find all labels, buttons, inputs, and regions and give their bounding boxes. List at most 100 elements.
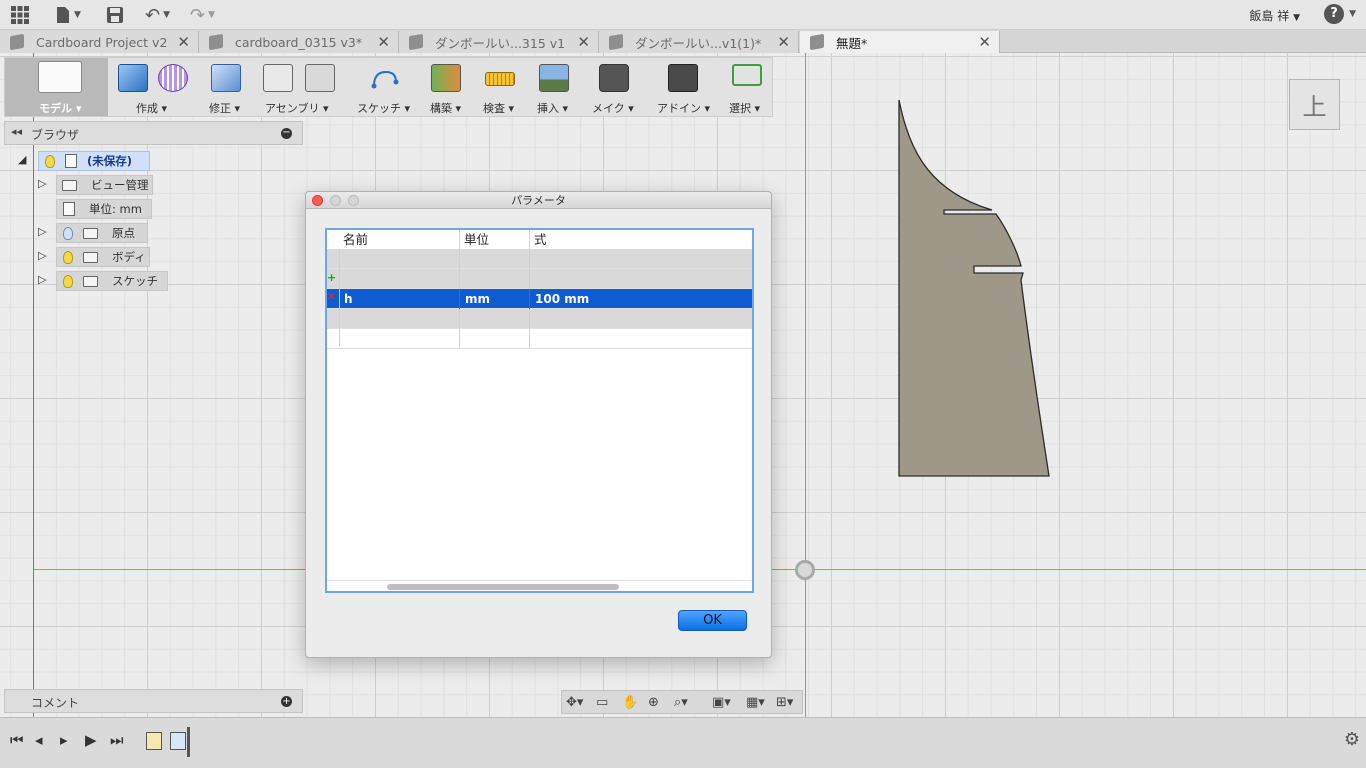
tab-cardboard-0315[interactable]: cardboard_0315 v3* ✕ bbox=[199, 31, 399, 53]
select-menu[interactable]: 選択 ▾ bbox=[723, 58, 771, 116]
tab-danboru-1[interactable]: ダンボールい...315 v1 ✕ bbox=[399, 31, 599, 53]
pan-icon[interactable]: ✋ bbox=[622, 695, 638, 710]
insert-menu[interactable]: 挿入 ▾ bbox=[532, 58, 576, 116]
go-to-start-icon[interactable]: ⏮ bbox=[10, 731, 24, 749]
tab-danboru-2[interactable]: ダンボールい...v1(1)* ✕ bbox=[599, 31, 799, 53]
undo-button[interactable]: ↶ ▼ bbox=[145, 4, 170, 26]
user-menu[interactable]: 飯島 祥 ▼ bbox=[1249, 7, 1300, 24]
insert-label: 挿入 ▾ bbox=[537, 102, 569, 115]
minimize-icon[interactable]: − bbox=[281, 128, 292, 139]
expanded-triangle-icon[interactable]: ◢ bbox=[18, 153, 26, 166]
collapsed-triangle-icon[interactable]: ▷ bbox=[38, 177, 46, 190]
fit-icon[interactable]: ⌕▾ bbox=[674, 695, 688, 710]
cell-unit[interactable]: mm bbox=[460, 289, 530, 309]
visibility-bulb-icon[interactable] bbox=[63, 274, 73, 288]
plane-icon bbox=[431, 64, 461, 92]
origin-point[interactable] bbox=[795, 560, 815, 580]
cell-name[interactable]: h bbox=[339, 289, 460, 309]
inspect-menu[interactable]: 検査 ▾ bbox=[477, 58, 523, 116]
construct-menu[interactable]: 構築 ▾ bbox=[425, 58, 467, 116]
add-parameter-icon[interactable]: + bbox=[327, 271, 336, 284]
save-button[interactable] bbox=[106, 4, 124, 26]
horizontal-scrollbar[interactable] bbox=[387, 584, 619, 590]
collapsed-triangle-icon[interactable]: ▷ bbox=[38, 273, 46, 286]
minimize-dialog-button[interactable] bbox=[330, 195, 341, 206]
table-row[interactable]: + bbox=[327, 269, 752, 289]
zoom-icon[interactable]: ⊕ bbox=[648, 695, 659, 710]
help-button[interactable]: ? bbox=[1324, 4, 1344, 24]
cell-expression[interactable]: 100 mm bbox=[530, 289, 752, 309]
create-menu[interactable]: 作成 ▾ bbox=[112, 58, 200, 116]
step-back-icon[interactable]: ◂ bbox=[35, 731, 43, 749]
sketch-profile[interactable] bbox=[880, 90, 1070, 490]
tree-bodies-box[interactable]: ボディ bbox=[56, 247, 150, 267]
collapsed-triangle-icon[interactable]: ▷ bbox=[38, 225, 46, 238]
close-icon[interactable]: ✕ bbox=[577, 33, 590, 51]
tab-label: 無題* bbox=[836, 35, 868, 51]
tree-views-box[interactable]: ビュー管理 bbox=[56, 175, 153, 195]
timeline-sketch-feature[interactable] bbox=[146, 732, 162, 750]
redo-button[interactable]: ↷ ▼ bbox=[190, 4, 215, 26]
table-row[interactable] bbox=[327, 249, 752, 269]
create-label: 作成 ▾ bbox=[136, 102, 168, 115]
visibility-bulb-icon[interactable] bbox=[45, 154, 55, 168]
column-header-unit[interactable]: 単位 bbox=[460, 230, 530, 249]
model-workspace-button[interactable]: モデル ▾ bbox=[5, 58, 108, 116]
addins-menu[interactable]: アドイン ▾ bbox=[653, 58, 713, 116]
timeline-extrude-feature[interactable] bbox=[170, 732, 186, 750]
collapsed-triangle-icon[interactable]: ▷ bbox=[38, 249, 46, 262]
collapse-panel-icon[interactable]: ◂◂ bbox=[11, 125, 22, 138]
zoom-dialog-button[interactable] bbox=[348, 195, 359, 206]
tab-untitled[interactable]: 無題* ✕ bbox=[800, 31, 1000, 53]
close-icon[interactable]: ✕ bbox=[377, 33, 390, 51]
column-header-name[interactable]: 名前 bbox=[339, 230, 460, 249]
view-cube-face-label: 上 bbox=[1302, 93, 1327, 121]
assembly-label: アセンブリ ▾ bbox=[265, 102, 329, 115]
ok-button[interactable]: OK bbox=[678, 610, 747, 631]
make-menu[interactable]: メイク ▾ bbox=[588, 58, 640, 116]
gear-icon[interactable]: ⚙ bbox=[1344, 729, 1360, 750]
display-settings-icon[interactable]: ▣▾ bbox=[712, 695, 731, 710]
sketch-menu[interactable]: スケッチ ▾ bbox=[355, 58, 415, 116]
parameters-table[interactable]: 名前 単位 式 + ✕ h mm 100 mm bbox=[325, 228, 754, 593]
table-row-selected[interactable]: ✕ h mm 100 mm bbox=[327, 289, 752, 309]
visibility-bulb-icon[interactable] bbox=[63, 226, 73, 240]
close-icon[interactable]: ✕ bbox=[177, 33, 190, 51]
tab-label: ダンボールい...v1(1)* bbox=[635, 35, 762, 51]
add-comment-icon[interactable]: + bbox=[281, 696, 292, 707]
assembly-menu[interactable]: アセンブリ ▾ bbox=[255, 58, 345, 116]
tree-units-box[interactable]: 単位: mm bbox=[56, 199, 152, 219]
tab-label: cardboard_0315 v3* bbox=[235, 34, 363, 50]
look-at-icon[interactable]: ▭ bbox=[596, 695, 608, 710]
step-forward-icon[interactable]: ▶ bbox=[85, 731, 97, 749]
modify-menu[interactable]: 修正 ▾ bbox=[203, 58, 249, 116]
close-icon[interactable]: ✕ bbox=[777, 33, 790, 51]
orbit-icon[interactable]: ✥▾ bbox=[566, 695, 583, 710]
dialog-title-bar[interactable]: パラメータ bbox=[306, 192, 771, 209]
visibility-bulb-icon[interactable] bbox=[63, 250, 73, 264]
tree-root-box[interactable]: (未保存) bbox=[38, 151, 150, 171]
table-row[interactable] bbox=[327, 309, 752, 329]
app-grid-icon[interactable] bbox=[10, 4, 30, 26]
document-icon bbox=[409, 33, 423, 51]
close-dialog-button[interactable] bbox=[312, 195, 323, 206]
go-to-end-icon[interactable]: ⏭ bbox=[110, 731, 124, 749]
play-icon[interactable]: ▸ bbox=[60, 731, 68, 749]
close-icon[interactable]: ✕ bbox=[978, 33, 991, 51]
tab-label: ダンボールい...315 v1 bbox=[435, 35, 566, 51]
file-menu-button[interactable]: ▼ bbox=[55, 4, 81, 26]
column-header-expression[interactable]: 式 bbox=[530, 230, 752, 249]
help-caret-icon[interactable]: ▼ bbox=[1349, 9, 1356, 19]
timeline-marker[interactable] bbox=[187, 727, 190, 757]
tree-sketches-box[interactable]: スケッチ bbox=[56, 271, 168, 291]
tab-cardboard-project[interactable]: Cardboard Project v2 ✕ bbox=[0, 31, 199, 53]
tree-origin-box[interactable]: 原点 bbox=[56, 223, 148, 243]
browser-panel-header[interactable]: ◂◂ ブラウザ − bbox=[4, 121, 303, 145]
table-row[interactable] bbox=[327, 329, 752, 349]
viewports-icon[interactable]: ⊞▾ bbox=[776, 695, 793, 710]
tab-label: Cardboard Project v2 bbox=[36, 34, 168, 50]
view-cube[interactable]: 上 bbox=[1289, 79, 1340, 130]
comment-panel[interactable]: コメント + bbox=[4, 689, 303, 713]
delete-parameter-icon[interactable]: ✕ bbox=[327, 290, 336, 303]
grid-settings-icon[interactable]: ▦▾ bbox=[746, 695, 765, 710]
